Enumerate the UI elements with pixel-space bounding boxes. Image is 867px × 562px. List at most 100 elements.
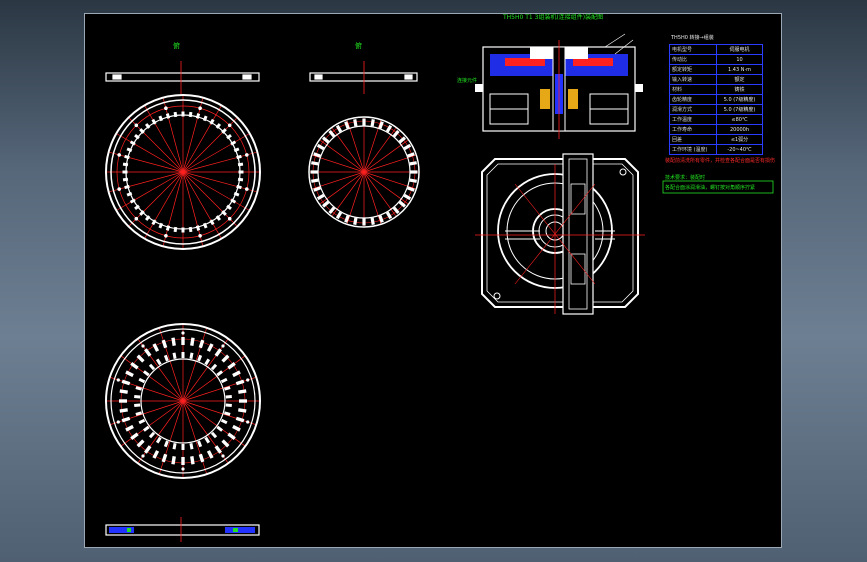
- gear-tooth: [225, 394, 232, 399]
- table-value: ≤1弧分: [716, 134, 763, 145]
- table-row: 传动比 10: [669, 54, 763, 65]
- gear-tooth: [172, 442, 177, 450]
- gear-tooth: [130, 362, 139, 370]
- assembly-front-view: [475, 153, 645, 315]
- gear-tooth: [134, 403, 141, 408]
- centerline: [138, 339, 184, 402]
- gear-tooth: [227, 432, 236, 440]
- bolt-hole: [117, 187, 121, 191]
- bolt-hole: [245, 187, 249, 191]
- table-header: TH5H0 转接→组装: [671, 35, 714, 41]
- centerline: [121, 400, 184, 446]
- ring-a-front-view: [105, 94, 261, 250]
- gear-tooth: [210, 431, 218, 439]
- gear-tooth: [119, 399, 127, 403]
- bolt-hole: [164, 106, 168, 110]
- gear-tooth: [237, 177, 244, 182]
- bolt-hole: [227, 216, 232, 221]
- gear-tooth: [142, 425, 150, 432]
- ring-b-front-view: [308, 116, 420, 228]
- gear-tooth: [161, 339, 168, 349]
- centerline: [182, 400, 245, 446]
- bolt-hole: [198, 234, 202, 238]
- centerline: [182, 171, 249, 211]
- gear-tooth: [227, 362, 236, 370]
- centerline: [138, 400, 184, 463]
- gear-tooth: [311, 178, 319, 183]
- gear-tooth: [181, 111, 185, 117]
- centerline: [182, 106, 222, 173]
- table-value: 伺服电机: [716, 44, 763, 55]
- table-row: 工作寿命 20000h: [669, 124, 763, 135]
- gear-tooth: [238, 408, 247, 413]
- bolt-hole: [181, 331, 185, 335]
- table-value: 5.0 (7级精度): [716, 94, 763, 105]
- centerline: [110, 400, 184, 425]
- gear-tooth: [121, 416, 131, 423]
- gear-tooth: [204, 436, 211, 444]
- gear-tooth: [189, 442, 194, 450]
- gear-tooth: [119, 389, 128, 394]
- gear-tooth: [138, 418, 146, 425]
- gear-tooth: [198, 453, 205, 463]
- gear-tooth: [370, 217, 375, 225]
- bolt-hole: [141, 454, 145, 458]
- gear-tooth: [310, 170, 318, 174]
- gear-tooth: [214, 445, 222, 454]
- gear-tooth: [121, 379, 131, 386]
- table-row: 润滑方式 5.0 (7级精度): [669, 104, 763, 115]
- bolt-hole: [134, 123, 139, 128]
- gear-tooth: [190, 456, 195, 465]
- table-key: 工作温度: [669, 114, 717, 125]
- bolt-hole: [245, 153, 249, 157]
- centerline: [182, 171, 222, 238]
- gear-tooth: [210, 363, 218, 371]
- parameter-table: 电机型号 伺服电机 传动比 10 额定转矩 1.43 N·m 输入转速 额定 材料 铸铁 齿轮精度 5…: [669, 44, 763, 155]
- table-key: 输入转速: [669, 74, 717, 85]
- centerline: [159, 400, 184, 474]
- gear-tooth: [171, 456, 176, 465]
- bolt-hole: [141, 344, 145, 348]
- gear-tooth: [189, 352, 194, 360]
- table-row: 额定转矩 1.43 N·m: [669, 64, 763, 75]
- table-value: 20000h: [716, 124, 763, 135]
- gear-tooth: [181, 227, 185, 233]
- table-row: 工作环境 (温度) -20~40℃: [669, 144, 763, 155]
- gear-tooth: [239, 399, 247, 403]
- gear-tooth: [235, 416, 245, 423]
- gear-tooth: [204, 358, 211, 366]
- gear-tooth: [409, 161, 417, 166]
- centerline: [117, 171, 184, 211]
- table-key: 额定转矩: [669, 64, 717, 75]
- gear-tooth: [181, 457, 185, 465]
- gear-tooth: [237, 162, 244, 167]
- gear-tooth: [362, 118, 366, 126]
- table-key: 电机型号: [669, 44, 717, 55]
- gear-tooth: [119, 408, 128, 413]
- centerline: [144, 106, 184, 173]
- centerline: [182, 400, 256, 425]
- gear-tooth: [181, 352, 185, 358]
- centerline: [117, 133, 184, 173]
- bolt-hole: [181, 467, 185, 471]
- table-value: 5.0 (7级精度): [716, 104, 763, 115]
- bolt-hole: [117, 153, 121, 157]
- view-b-label: 俯: [355, 42, 362, 50]
- gear-tooth: [122, 170, 128, 174]
- table-value: -20~40℃: [716, 144, 763, 155]
- table-value: 10: [716, 54, 763, 65]
- gear-tooth: [353, 217, 358, 225]
- gear-tooth: [238, 389, 247, 394]
- drawing-canvas: 俯 俯 TH5H0 T1 3组装机(连接组件)装配图 连接元件 TH5H0 转接…: [84, 13, 782, 548]
- gear-tooth: [173, 226, 178, 233]
- bolt-hole: [198, 106, 202, 110]
- bolt-hole: [221, 454, 225, 458]
- gear-tooth: [225, 403, 232, 408]
- gear-tooth: [181, 337, 185, 345]
- gear-tooth: [220, 418, 228, 425]
- assembly-section-view: [475, 33, 643, 139]
- gear-tooth: [188, 226, 193, 233]
- centerline: [182, 400, 228, 463]
- table-row: 齿轮精度 5.0 (7级精度): [669, 94, 763, 105]
- table-key: 传动比: [669, 54, 717, 65]
